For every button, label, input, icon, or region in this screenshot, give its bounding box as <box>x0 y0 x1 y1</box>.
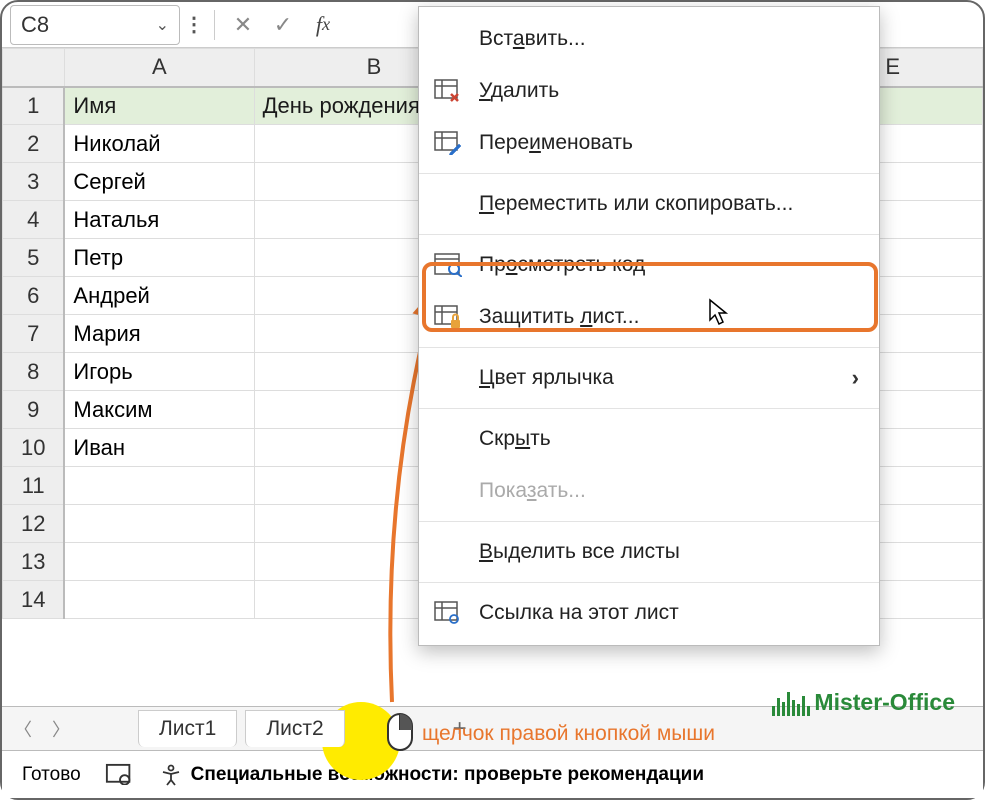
cell[interactable]: Андрей <box>64 277 254 315</box>
menu-label: Цвет ярлычка <box>479 366 614 390</box>
row-header[interactable]: 2 <box>3 125 65 163</box>
blank-icon <box>433 476 463 506</box>
protect-sheet-icon <box>433 302 463 332</box>
cell[interactable]: Петр <box>64 239 254 277</box>
view-code-icon <box>433 250 463 280</box>
delete-sheet-icon <box>433 76 463 106</box>
menu-label: Показать... <box>479 479 586 503</box>
mouse-icon <box>384 710 416 754</box>
watermark: Mister-Office <box>772 689 955 716</box>
chevron-down-icon[interactable]: ⌄ <box>156 15 169 35</box>
sheet-tab-label: Лист1 <box>159 717 216 740</box>
tutorial-annotation: щелчок правой кнопкой мыши <box>422 722 715 746</box>
menu-tab-color[interactable]: Цвет ярлычка › <box>419 352 879 404</box>
prev-sheet-icon[interactable]: 〈 <box>14 716 32 742</box>
row-header[interactable]: 10 <box>3 429 65 467</box>
divider <box>214 10 215 40</box>
sheet-nav-arrows[interactable]: 〈 〉 <box>14 716 130 742</box>
menu-separator <box>419 408 879 409</box>
menu-delete[interactable]: Удалить <box>419 65 879 117</box>
menu-label: Удалить <box>479 79 559 103</box>
blank-icon <box>433 24 463 54</box>
menu-rename[interactable]: Переименовать <box>419 117 879 169</box>
row-header[interactable]: 13 <box>3 543 65 581</box>
menu-dots-icon[interactable]: ⋮ <box>184 12 204 37</box>
sheet-tab-2[interactable]: Лист2 <box>245 710 344 747</box>
row-header[interactable]: 6 <box>3 277 65 315</box>
row-header[interactable]: 4 <box>3 201 65 239</box>
row-header[interactable]: 1 <box>3 87 65 125</box>
cell-reference-value: C8 <box>21 12 49 38</box>
row-header[interactable]: 14 <box>3 581 65 619</box>
watermark-bars-icon <box>772 690 810 716</box>
menu-label: Скрыть <box>479 427 551 451</box>
cell[interactable]: Имя <box>64 87 254 125</box>
menu-label: Вставить... <box>479 27 586 51</box>
cell-reference-box[interactable]: C8 ⌄ <box>10 5 180 45</box>
row-header[interactable]: 11 <box>3 467 65 505</box>
menu-label: Выделить все листы <box>479 540 680 564</box>
menu-separator <box>419 521 879 522</box>
menu-label: Просмотреть код <box>479 253 645 277</box>
column-header-a[interactable]: A <box>64 49 254 87</box>
blank-icon <box>433 424 463 454</box>
blank-icon <box>433 363 463 393</box>
submenu-arrow-icon: › <box>852 365 859 391</box>
cell[interactable]: Максим <box>64 391 254 429</box>
row-header[interactable]: 7 <box>3 315 65 353</box>
cell[interactable]: Николай <box>64 125 254 163</box>
menu-link-to-sheet[interactable]: Ссылка на этот лист <box>419 587 879 639</box>
cell[interactable]: Наталья <box>64 201 254 239</box>
sheet-tab-1[interactable]: Лист1 <box>138 710 237 747</box>
cell[interactable]: Сергей <box>64 163 254 201</box>
row-header[interactable]: 5 <box>3 239 65 277</box>
menu-label: Переместить или скопировать... <box>479 192 793 216</box>
menu-separator <box>419 347 879 348</box>
status-ready: Готово <box>22 764 81 786</box>
status-bar: Готово Специальные возможности: проверьт… <box>2 750 983 798</box>
row-header[interactable]: 3 <box>3 163 65 201</box>
menu-label: Переименовать <box>479 131 633 155</box>
menu-protect-sheet[interactable]: Защитить лист... <box>419 291 879 343</box>
cell[interactable]: Игорь <box>64 353 254 391</box>
row-header[interactable]: 9 <box>3 391 65 429</box>
accessibility-icon <box>159 763 183 787</box>
menu-separator <box>419 582 879 583</box>
blank-icon <box>433 537 463 567</box>
sheet-tab-label: Лист2 <box>266 717 323 740</box>
row-header[interactable]: 8 <box>3 353 65 391</box>
rename-sheet-icon <box>433 128 463 158</box>
menu-select-all-sheets[interactable]: Выделить все листы <box>419 526 879 578</box>
select-all-corner[interactable] <box>3 49 65 87</box>
menu-separator <box>419 173 879 174</box>
cancel-icon[interactable]: ✕ <box>225 7 261 43</box>
cursor-icon <box>708 298 732 326</box>
menu-insert[interactable]: Вставить... <box>419 13 879 65</box>
confirm-icon[interactable]: ✓ <box>265 7 301 43</box>
sheet-context-menu: Вставить... Удалить Переименовать Переме… <box>418 6 880 646</box>
macro-recorder-icon[interactable] <box>105 763 135 787</box>
blank-icon <box>433 189 463 219</box>
next-sheet-icon[interactable]: 〉 <box>52 716 70 742</box>
accessibility-text: Специальные возможности: проверьте реком… <box>191 764 704 786</box>
menu-move-copy[interactable]: Переместить или скопировать... <box>419 178 879 230</box>
watermark-text: Mister-Office <box>814 689 955 716</box>
row-header[interactable]: 12 <box>3 505 65 543</box>
cell[interactable]: Мария <box>64 315 254 353</box>
menu-hide[interactable]: Скрыть <box>419 413 879 465</box>
accessibility-status[interactable]: Специальные возможности: проверьте реком… <box>159 763 704 787</box>
menu-show: Показать... <box>419 465 879 517</box>
fx-icon[interactable]: fx <box>305 7 341 43</box>
menu-view-code[interactable]: Просмотреть код <box>419 239 879 291</box>
menu-label: Ссылка на этот лист <box>479 601 679 625</box>
menu-label: Защитить лист... <box>479 305 639 329</box>
link-sheet-icon <box>433 598 463 628</box>
menu-separator <box>419 234 879 235</box>
cell[interactable]: Иван <box>64 429 254 467</box>
